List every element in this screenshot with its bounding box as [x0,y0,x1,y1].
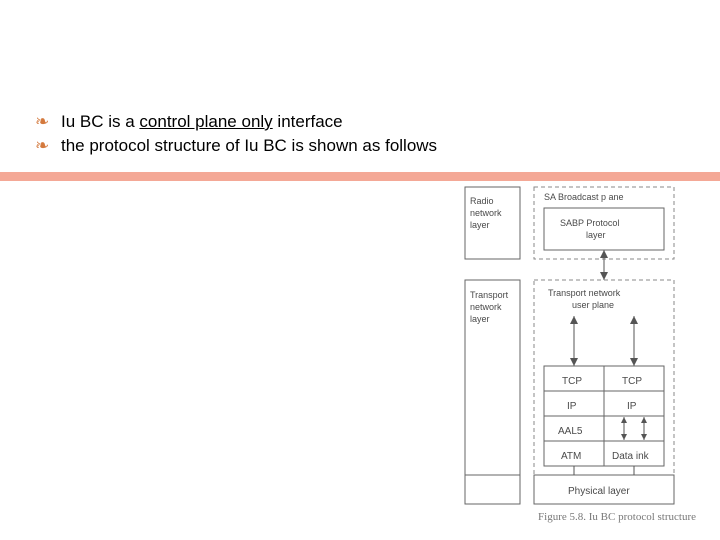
svg-text:Data ink: Data ink [612,451,650,462]
svg-text:TCP: TCP [562,376,582,387]
svg-text:ATM: ATM [561,451,581,462]
svg-text:Transport network: Transport network [548,288,621,298]
figure-caption: Figure 5.8. Iu BC protocol structure [538,511,696,523]
svg-text:SA Broadcast p ane: SA Broadcast p ane [544,192,624,202]
svg-text:Physical layer: Physical layer [568,486,630,497]
svg-text:network: network [470,302,502,312]
bullet-item: the protocol structure of Iu BC is shown… [35,134,437,158]
svg-text:user plane: user plane [572,300,614,310]
bullet-text-pre: Iu BC is a [61,112,139,131]
svg-text:layer: layer [470,220,490,230]
protocol-diagram: Radio network layer Transport network la… [464,186,677,506]
bullet-item: Iu BC is a control plane only interface [35,110,437,134]
svg-text:network: network [470,208,502,218]
svg-text:AAL5: AAL5 [558,426,583,437]
bullet-text-pre: the protocol structure of Iu BC is shown… [61,136,437,155]
svg-text:Transport: Transport [470,290,509,300]
svg-text:TCP: TCP [622,376,642,387]
svg-text:Radio: Radio [470,196,494,206]
svg-text:layer: layer [470,314,490,324]
svg-text:IP: IP [567,401,577,412]
coral-band [0,172,720,181]
bullet-list: Iu BC is a control plane only interface … [35,110,437,158]
bullet-text-post: interface [273,112,343,131]
svg-text:layer: layer [586,230,606,240]
svg-text:IP: IP [627,401,637,412]
svg-text:SABP Protocol: SABP Protocol [560,218,619,228]
bullet-text-underlined: control plane only [139,112,272,131]
